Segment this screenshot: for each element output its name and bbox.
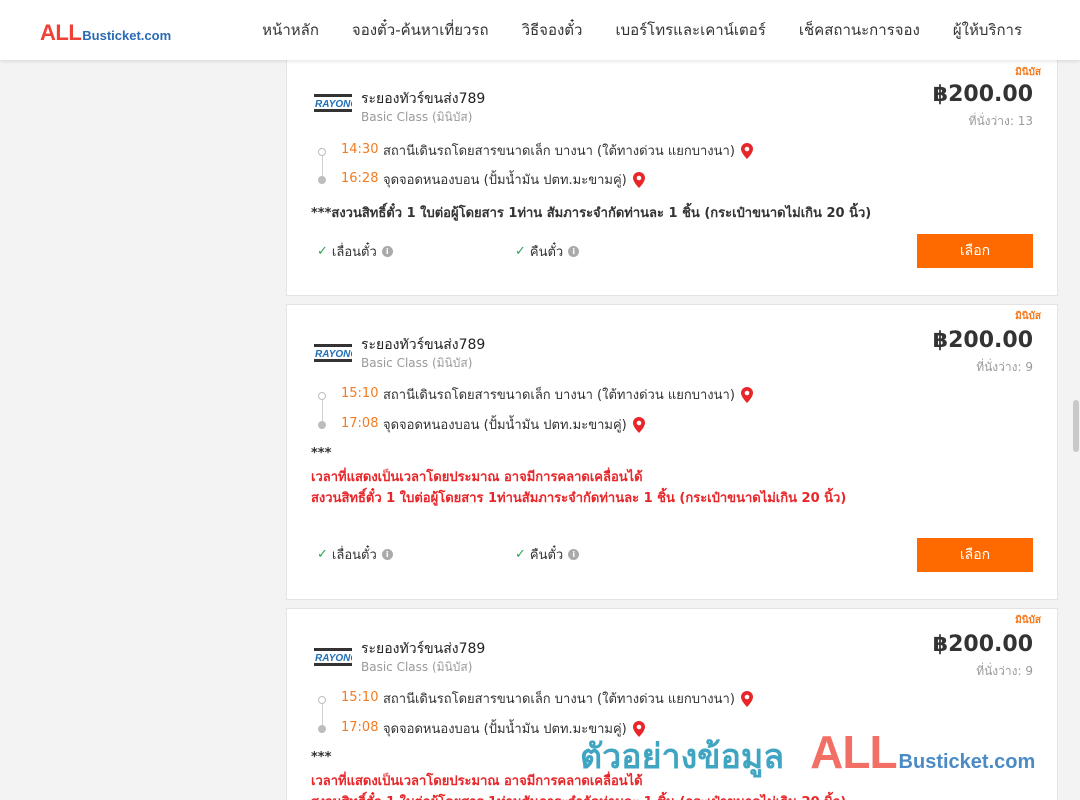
- arrival-dot: [318, 725, 326, 733]
- arrival-station-name: จุดจอดหนองบอน (ปั้มน้ำมัน ปตท.มะขามคู่): [383, 173, 627, 188]
- check-icon: ✓: [515, 547, 526, 562]
- feature-label: คืนตั๋ว: [529, 548, 564, 563]
- feature-label: เลื่อนตั๋ว: [331, 548, 377, 563]
- route-line: [321, 400, 323, 421]
- map-pin-icon[interactable]: [632, 720, 645, 737]
- arrival-time: 17:08: [341, 720, 379, 735]
- svg-text:RAYONG: RAYONG: [315, 653, 352, 664]
- operator-logo: RAYONG: [314, 344, 352, 362]
- departure-station-name: สถานีเดินรถโดยสารขนาดเล็ก บางนา (ใต้ทางด…: [383, 144, 735, 159]
- info-icon[interactable]: i: [381, 246, 393, 257]
- departure-time: 15:10: [341, 690, 379, 705]
- arrival-station-name: จุดจอดหนองบอน (ปั้มน้ำมัน ปตท.มะขามคู่): [383, 418, 627, 433]
- note-time-estimate: เวลาที่แสดงเป็นเวลาโดยประมาณ อาจมีการคลา…: [311, 774, 643, 789]
- note-prefix: ***: [311, 446, 332, 461]
- seats-available: ที่นั่งว่าง: 9: [976, 664, 1033, 678]
- logo-all-text: ALL: [40, 20, 82, 45]
- feature-refund-ticket: ✓ คืนตั๋ว i: [515, 544, 580, 565]
- svg-text:RAYONG: RAYONG: [315, 349, 352, 360]
- bus-class: Basic Class (มินิบัส): [361, 110, 473, 124]
- site-logo[interactable]: ALL Busticket.com: [40, 20, 172, 45]
- note-baggage: สงวนสิทธิ์ตั๋ว 1 ใบต่อผู้โดยสาร 1ท่านสัม…: [311, 791, 846, 800]
- check-icon: ✓: [317, 547, 328, 562]
- departure-time: 15:10: [341, 386, 379, 401]
- departure-station-name: สถานีเดินรถโดยสารขนาดเล็ก บางนา (ใต้ทางด…: [383, 692, 735, 707]
- price: ฿200.00: [932, 632, 1033, 657]
- arrival-time: 16:28: [341, 171, 379, 186]
- nav-book-search[interactable]: จองตั๋ว-ค้นหาเที่ยวรถ: [352, 18, 489, 42]
- feature-change-ticket: ✓ เลื่อนตั๋ว i: [317, 241, 393, 262]
- nav-phone-counter[interactable]: เบอร์โทรและเคาน์เตอร์: [615, 18, 765, 42]
- info-icon[interactable]: i: [568, 246, 580, 257]
- info-icon[interactable]: i: [568, 549, 580, 560]
- departure-station-name: สถานีเดินรถโดยสารขนาดเล็ก บางนา (ใต้ทางด…: [383, 388, 735, 403]
- map-pin-icon[interactable]: [740, 386, 753, 403]
- note-baggage: สงวนสิทธิ์ตั๋ว 1 ใบต่อผู้โดยสาร 1ท่านสัม…: [311, 491, 847, 506]
- scrollbar-thumb[interactable]: [1073, 400, 1079, 452]
- operator-name: ระยองทัวร์ขนส่ง789: [361, 641, 486, 657]
- page-scrollbar[interactable]: [1072, 60, 1080, 800]
- check-icon: ✓: [515, 244, 526, 259]
- departure-station: สถานีเดินรถโดยสารขนาดเล็ก บางนา (ใต้ทางด…: [383, 688, 753, 709]
- trip-note: ***สงวนสิทธิ์ตั๋ว 1 ใบต่อผู้โดยสาร 1ท่าน…: [311, 206, 872, 221]
- arrival-station: จุดจอดหนองบอน (ปั้มน้ำมัน ปตท.มะขามคู่): [383, 169, 645, 190]
- trip-card: มินิบัส RAYONG ระยองทัวร์ขนส่ง789 Basic …: [286, 608, 1058, 800]
- bus-class: Basic Class (มินิบัส): [361, 356, 473, 370]
- seats-available: ที่นั่งว่าง: 13: [968, 114, 1033, 128]
- operator-name: ระยองทัวร์ขนส่ง789: [361, 91, 486, 107]
- bus-type-badge: มินิบัส: [1015, 67, 1041, 78]
- operator-logo: RAYONG: [314, 94, 352, 112]
- arrival-station: จุดจอดหนองบอน (ปั้มน้ำมัน ปตท.มะขามคู่): [383, 718, 645, 739]
- nav-how-to-book[interactable]: วิธีจองตั๋ว: [522, 18, 583, 42]
- bus-type-badge: มินิบัส: [1015, 615, 1041, 626]
- map-pin-icon[interactable]: [740, 690, 753, 707]
- note-time-estimate: เวลาที่แสดงเป็นเวลาโดยประมาณ อาจมีการคลา…: [311, 470, 643, 485]
- svg-text:RAYONG: RAYONG: [315, 99, 352, 110]
- arrival-station-name: จุดจอดหนองบอน (ปั้มน้ำมัน ปตท.มะขามคู่): [383, 722, 627, 737]
- operator-logo: RAYONG: [314, 648, 352, 666]
- arrival-dot: [318, 421, 326, 429]
- route-line: [321, 156, 323, 176]
- price: ฿200.00: [932, 328, 1033, 353]
- main-nav: หน้าหลัก จองตั๋ว-ค้นหาเที่ยวรถ วิธีจองตั…: [262, 0, 1022, 60]
- select-trip-button[interactable]: เลือก: [917, 538, 1033, 572]
- departure-time: 14:30: [341, 142, 379, 157]
- departure-station: สถานีเดินรถโดยสารขนาดเล็ก บางนา (ใต้ทางด…: [383, 384, 753, 405]
- nav-home[interactable]: หน้าหลัก: [262, 18, 319, 42]
- bus-class: Basic Class (มินิบัส): [361, 660, 473, 674]
- feature-change-ticket: ✓ เลื่อนตั๋ว i: [317, 544, 393, 565]
- note-prefix: ***: [311, 750, 332, 765]
- site-header: ALL Busticket.com หน้าหลัก จองตั๋ว-ค้นหา…: [0, 0, 1080, 60]
- departure-dot: [318, 392, 326, 400]
- arrival-time: 17:08: [341, 416, 379, 431]
- feature-label: เลื่อนตั๋ว: [331, 245, 377, 260]
- map-pin-icon[interactable]: [632, 416, 645, 433]
- nav-operators[interactable]: ผู้ให้บริการ: [953, 18, 1022, 42]
- feature-refund-ticket: ✓ คืนตั๋ว i: [515, 241, 580, 262]
- bus-type-badge: มินิบัส: [1015, 311, 1041, 322]
- map-pin-icon[interactable]: [632, 171, 645, 188]
- price: ฿200.00: [932, 82, 1033, 107]
- arrival-station: จุดจอดหนองบอน (ปั้มน้ำมัน ปตท.มะขามคู่): [383, 414, 645, 435]
- info-icon[interactable]: i: [381, 549, 393, 560]
- departure-station: สถานีเดินรถโดยสารขนาดเล็ก บางนา (ใต้ทางด…: [383, 140, 753, 161]
- departure-dot: [318, 148, 326, 156]
- operator-name: ระยองทัวร์ขนส่ง789: [361, 337, 486, 353]
- seats-available: ที่นั่งว่าง: 9: [976, 360, 1033, 374]
- trip-card: มินิบัส RAYONG ระยองทัวร์ขนส่ง789 Basic …: [286, 56, 1058, 296]
- departure-dot: [318, 696, 326, 704]
- arrival-dot: [318, 176, 326, 184]
- logo-busticket-text: Busticket.com: [82, 28, 172, 43]
- select-trip-button[interactable]: เลือก: [917, 234, 1033, 268]
- check-icon: ✓: [317, 244, 328, 259]
- nav-check-status[interactable]: เช็คสถานะการจอง: [799, 18, 920, 42]
- route-line: [321, 704, 323, 725]
- feature-label: คืนตั๋ว: [529, 245, 564, 260]
- trip-card: มินิบัส RAYONG ระยองทัวร์ขนส่ง789 Basic …: [286, 304, 1058, 600]
- map-pin-icon[interactable]: [740, 142, 753, 159]
